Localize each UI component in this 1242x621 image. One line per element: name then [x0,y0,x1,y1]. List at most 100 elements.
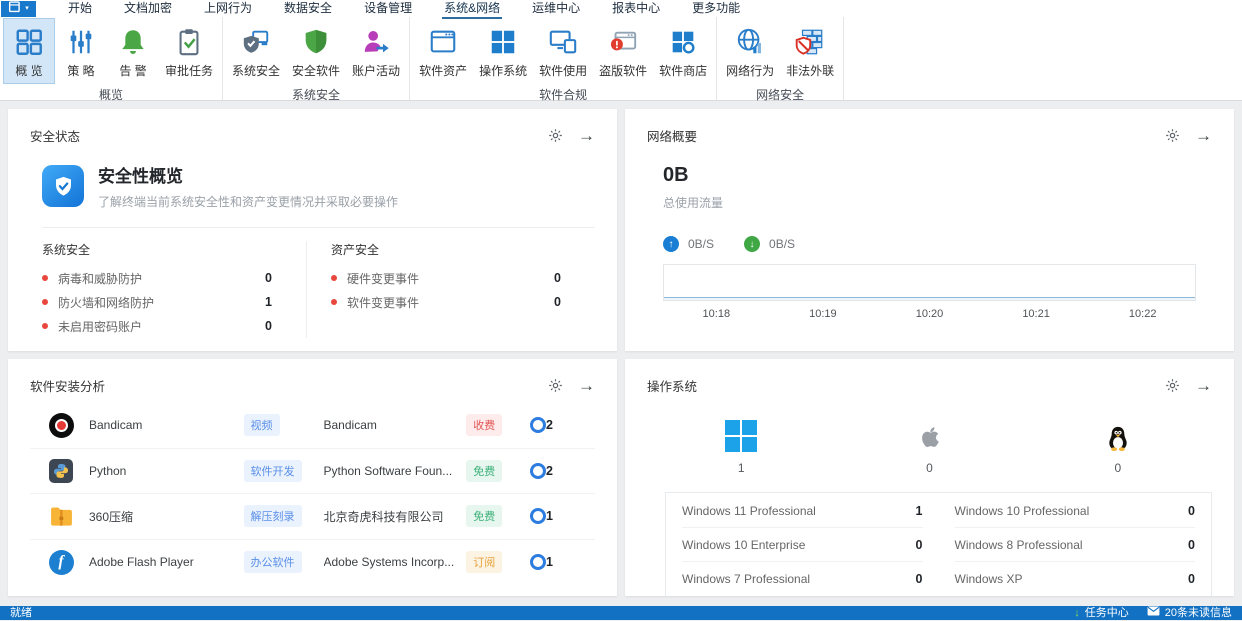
ribbon-button-illegal-connection[interactable]: 非法外联 [780,18,840,84]
os-version-label: Windows 11 Professional [682,504,816,518]
ribbon-button-overview[interactable]: 概 览 [3,18,55,84]
metric-value: 0 [265,271,272,285]
ribbon-button-approval-tasks[interactable]: 审批任务 [159,18,219,84]
security-shield-icon [42,165,84,207]
os-version-count: 0 [916,572,923,586]
360zip-logo-icon [48,503,74,529]
panel-title: 安全状态 [30,126,80,145]
platform-apple: 0 [835,416,1023,475]
platform-linux: 0 [1024,416,1212,475]
metric-row: 病毒和威胁防护 0 [42,266,272,290]
gear-icon[interactable] [1165,378,1180,393]
alert-dot-icon [42,299,48,305]
os-version-label: Windows 7 Professional [682,572,810,586]
chart-x-axis: 10:18 10:19 10:20 10:21 10:22 [663,308,1196,320]
ribbon-button-software-store[interactable]: 软件商店 [653,18,713,84]
ribbon-group-label: 系统安全 [226,84,406,108]
tab-doc-encryption[interactable]: 文档加密 [108,0,188,19]
table-row: Windows 7 Professional 0 [682,562,923,595]
unread-messages-label: 20条未读信息 [1165,606,1232,620]
ribbon-button-policy[interactable]: 策 略 [55,18,107,84]
column-title: 资产安全 [331,241,561,258]
unread-messages-button[interactable]: 20条未读信息 [1147,606,1232,620]
arrow-right-icon[interactable]: → [1195,127,1212,144]
ribbon-button-system-security[interactable]: 系统安全 [226,18,286,84]
os-version-label: Windows 10 Professional [955,504,1090,518]
ribbon-button-pirated-software[interactable]: 盗版软件 [593,18,653,84]
task-center-label: 任务中心 [1085,606,1129,620]
os-version-count: 1 [916,504,923,518]
table-row: Windows 10 Enterprise 0 [682,528,923,562]
list-item-bandicam[interactable]: Bandicam 视频 Bandicam 收费 2 [30,403,595,449]
tab-web-behavior[interactable]: 上网行为 [188,0,268,19]
tab-data-security[interactable]: 数据安全 [268,0,348,19]
download-rate-value: 0B/S [769,237,795,251]
status-bar: 就绪 ↓ 任务中心 20条未读信息 [0,606,1242,620]
globe-chart-icon [735,25,765,58]
message-icon [1147,606,1160,620]
software-name: Python [89,464,244,478]
ribbon-button-alerts[interactable]: 告 警 [107,18,159,84]
security-overview-title: 安全性概览 [98,162,398,187]
app-menu-button[interactable]: ▾ [1,1,36,17]
metric-label: 未启用密码账户 [58,318,142,335]
alert-dot-icon [42,323,48,329]
ribbon-button-account-activity[interactable]: 账户活动 [346,18,406,84]
install-count: 1 [546,555,553,569]
metric-label: 硬件变更事件 [347,270,419,287]
tab-system-network[interactable]: 系统&网络 [428,0,516,19]
price-badge: 收费 [466,414,502,436]
software-vendor: Python Software Foun... [324,464,467,478]
tab-home[interactable]: 开始 [52,0,108,19]
user-arrow-icon [361,25,391,58]
ribbon-group-label: 软件合规 [413,84,713,108]
ribbon-button-security-software[interactable]: 安全软件 [286,18,346,84]
total-traffic-value: 0B [663,164,1212,187]
list-item-adobe-flash[interactable]: f Adobe Flash Player 办公软件 Adobe Systems … [30,540,595,586]
app-window-icon [8,1,23,16]
metric-label: 软件变更事件 [347,294,419,311]
install-count: 2 [546,464,553,478]
green-shield-icon [301,25,331,58]
apple-logo-icon [914,416,944,452]
monitors-icon [548,25,578,58]
task-center-button[interactable]: ↓ 任务中心 [1074,606,1129,620]
tab-ops-center[interactable]: 运维中心 [516,0,596,19]
x-tick: 10:19 [770,308,877,320]
gear-icon[interactable] [548,378,563,393]
arrow-right-icon[interactable]: → [578,127,595,144]
x-tick: 10:22 [1089,308,1196,320]
dashboard: 安全状态 → 安全性概览 了解终端当前系统安全性和资产变更情况并采取必要操作 [0,101,1242,606]
ribbon-button-network-behavior[interactable]: 网络行为 [720,18,780,84]
panel-security-status: 安全状态 → 安全性概览 了解终端当前系统安全性和资产变更情况并采取必要操作 [8,109,617,351]
platform-count: 0 [1114,461,1121,475]
os-version-count: 0 [1188,504,1195,518]
tab-report-center[interactable]: 报表中心 [596,0,676,19]
tab-device-management[interactable]: 设备管理 [348,0,428,19]
windows-logo-icon [725,416,757,452]
squares-icon [488,25,518,58]
panel-operating-system: 操作系统 → 1 0 [625,359,1234,596]
total-traffic-label: 总使用流量 [663,194,1212,211]
ribbon-button-software-assets[interactable]: 软件资产 [413,18,473,84]
panel-network-summary: 网络概要 → 0B 总使用流量 ↑ 0B/S ↓ 0B/S [625,109,1234,351]
x-tick: 10:18 [663,308,770,320]
zero-line [664,297,1195,300]
list-item-360zip[interactable]: 360压缩 解压刻录 北京奇虎科技有限公司 免费 1 [30,494,595,540]
list-item-python[interactable]: Python 软件开发 Python Software Foun... 免费 2 [30,449,595,495]
ribbon-button-software-usage[interactable]: 软件使用 [533,18,593,84]
alert-dot-icon [331,299,337,305]
gear-icon[interactable] [1165,128,1180,143]
arrow-right-icon[interactable]: → [578,377,595,394]
ribbon-group-system-security: 系统安全 安全软件 账户活动 系统安全 [223,17,410,100]
python-logo-icon [48,458,74,484]
category-badge: 视频 [244,414,280,436]
donut-chart-icon [530,417,546,433]
bell-icon [118,25,148,58]
panel-title: 网络概要 [647,126,697,145]
arrow-right-icon[interactable]: → [1195,377,1212,394]
ribbon-button-operating-system[interactable]: 操作系统 [473,18,533,84]
gear-icon[interactable] [548,128,563,143]
metric-label: 病毒和威胁防护 [58,270,142,287]
tab-more-features[interactable]: 更多功能 [676,0,756,19]
